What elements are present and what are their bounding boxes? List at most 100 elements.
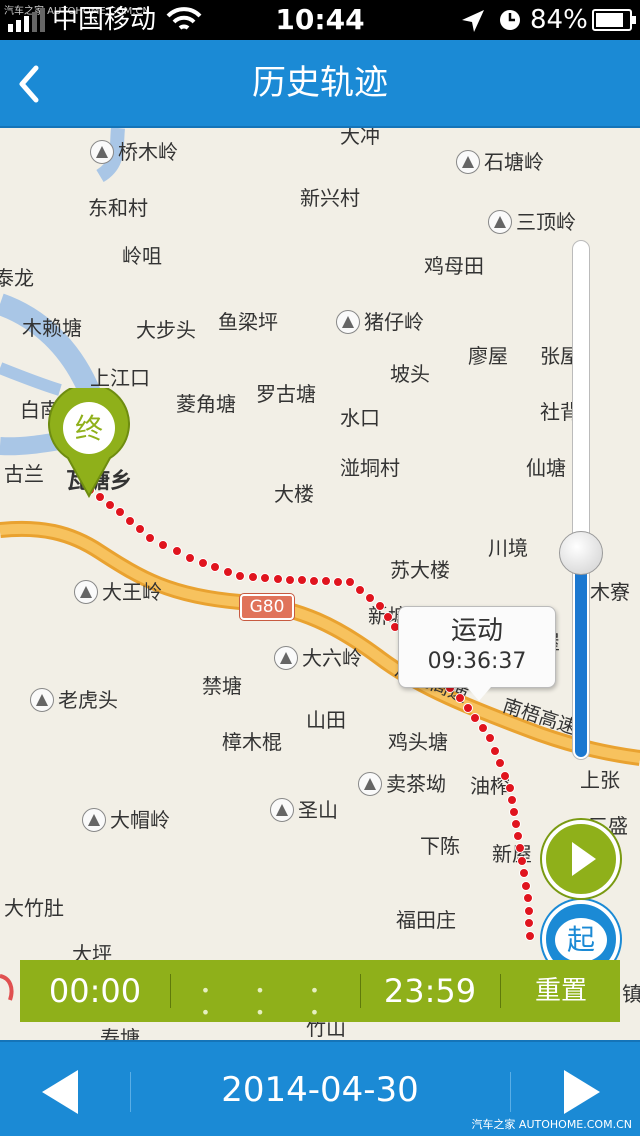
end-marker[interactable]: 终 <box>48 388 130 498</box>
route-point <box>470 713 480 723</box>
previous-day-icon[interactable] <box>38 1068 82 1116</box>
place-label: 猪仔岭 <box>336 310 424 334</box>
bubble-status: 运动 <box>450 616 503 646</box>
place-label: 泰龙 <box>0 266 34 290</box>
route-point <box>523 893 533 903</box>
place-label: 岭咀 <box>122 244 162 268</box>
zoom-slider-knob[interactable] <box>559 531 603 575</box>
date-label[interactable]: 2014-04-30 <box>132 1068 508 1112</box>
route-point <box>235 571 245 581</box>
mountain-poi-icon <box>82 808 106 832</box>
nav-bar: 历史轨迹 <box>0 40 640 128</box>
route-point <box>145 533 155 543</box>
highway-shield: G80 <box>240 594 294 620</box>
route-point <box>365 593 375 603</box>
place-label: 福田庄 <box>396 908 456 932</box>
status-bar: 汽车之家 AUTOHOME.COM.CN 中国移动 10:44 84% <box>0 0 640 40</box>
route-point <box>500 770 510 781</box>
route-point <box>185 553 195 563</box>
route-point <box>517 855 527 866</box>
place-label: 老虎头 <box>30 688 118 712</box>
route-point <box>222 566 233 577</box>
divider <box>130 1072 131 1112</box>
place-label: 东和村 <box>88 196 148 220</box>
route-point <box>272 574 283 584</box>
next-day-icon[interactable] <box>560 1068 604 1116</box>
route-point <box>171 546 182 557</box>
place-label: 大帽岭 <box>82 808 170 832</box>
place-label: 大六岭 <box>274 646 362 670</box>
place-label: 仙塘 <box>526 456 566 480</box>
place-label: 圣山 <box>270 798 338 822</box>
place-label: 川境 <box>488 536 528 560</box>
route-point <box>524 918 534 928</box>
mountain-poi-icon <box>274 646 298 670</box>
play-button[interactable] <box>542 820 620 898</box>
route-point <box>507 795 517 805</box>
place-label: 大楼 <box>274 482 314 506</box>
route-point <box>455 693 465 703</box>
bubble-time: 09:36:37 <box>427 649 527 674</box>
battery-percent: 84% <box>530 5 588 35</box>
date-navigation-bar: 2014-04-30 汽车之家 AUTOHOME.COM.CN <box>0 1040 640 1136</box>
place-label: 水口 <box>340 406 380 430</box>
route-point <box>477 723 488 733</box>
place-label: 新兴村 <box>300 186 360 210</box>
place-label: 镇 <box>622 982 640 1006</box>
place-label: 卖茶坳 <box>358 772 446 796</box>
place-label: 菱角塘 <box>176 392 236 416</box>
place-label: 大步头 <box>136 318 196 342</box>
watermark: 汽车之家 AUTOHOME.COM.CN <box>471 1118 632 1131</box>
divider <box>500 974 501 1008</box>
route-point <box>524 930 535 941</box>
route-point <box>285 575 295 585</box>
route-point <box>382 611 393 622</box>
route-point <box>345 577 355 587</box>
place-label: 山田 <box>306 708 346 732</box>
place-label: 罗古塘 <box>256 382 316 406</box>
place-label: 禁塘 <box>202 674 242 698</box>
time-end[interactable]: 23:59 <box>360 972 500 1010</box>
place-label: 三顶岭 <box>488 210 576 234</box>
route-point <box>513 831 523 841</box>
place-label: 廖屋 <box>468 344 508 368</box>
mountain-poi-icon <box>30 688 54 712</box>
mountain-poi-icon <box>456 150 480 174</box>
route-point <box>115 507 125 517</box>
route-point <box>519 868 529 878</box>
time-start[interactable]: 00:00 <box>20 972 170 1010</box>
time-track-dots[interactable]: • • • • • • <box>180 980 360 1024</box>
map-view[interactable]: G80 南梧高速 广昆高速 桥木岭大冲石塘岭东和村新兴村三顶岭岭咀鸡母田泰龙木赖… <box>0 128 640 1040</box>
route-point <box>197 557 208 568</box>
route-point <box>523 905 534 916</box>
place-label: 坡头 <box>390 362 430 386</box>
route-point <box>309 575 319 586</box>
time-control-bar: 00:00 • • • • • • 23:59 重置 <box>20 960 620 1022</box>
route-point <box>485 733 495 743</box>
place-label: 寿塘 <box>100 1026 140 1040</box>
mountain-poi-icon <box>358 772 382 796</box>
place-label: 古兰 <box>4 462 44 486</box>
route-point <box>105 499 115 510</box>
place-label: 鱼梁坪 <box>218 310 278 334</box>
route-point <box>495 758 505 768</box>
reset-button[interactable]: 重置 <box>502 974 620 1008</box>
place-label: 湴垌村 <box>340 456 400 480</box>
alarm-clock-icon <box>500 10 520 30</box>
mountain-poi-icon <box>74 580 98 604</box>
route-point <box>333 576 343 587</box>
route-point <box>247 572 258 582</box>
route-point <box>260 573 270 583</box>
battery-icon <box>592 9 636 31</box>
route-point <box>462 703 473 713</box>
place-label: 鸡头塘 <box>388 730 448 754</box>
mountain-poi-icon <box>488 210 512 234</box>
route-point <box>355 585 365 595</box>
divider <box>510 1072 511 1112</box>
track-info-bubble[interactable]: 运动 09:36:37 <box>398 606 556 701</box>
route-point <box>490 745 500 756</box>
place-label: 大竹肚 <box>4 896 64 920</box>
place-label: 苏大楼 <box>390 558 450 582</box>
zoom-slider[interactable] <box>559 240 603 760</box>
route-point <box>521 880 531 891</box>
